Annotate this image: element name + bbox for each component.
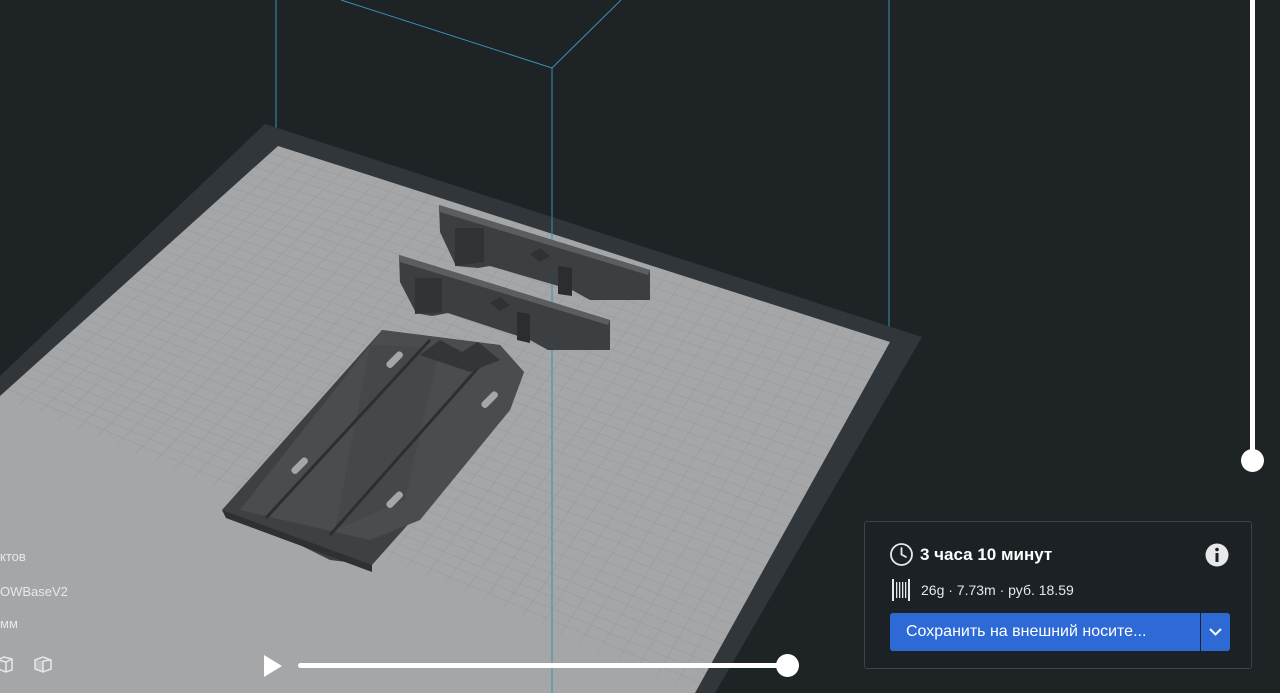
play-icon[interactable] <box>258 652 286 680</box>
build-volume-edge <box>551 0 622 69</box>
print-info-panel: 3 часа 10 минут 26g · 7.73m · руб. 18.59… <box>864 521 1252 669</box>
build-volume-edge <box>340 0 553 69</box>
simulation-progress-handle[interactable] <box>776 654 799 677</box>
layer-slider[interactable] <box>1238 0 1268 475</box>
object-count-label: ктов <box>0 549 26 564</box>
save-to-removable-drive-button[interactable]: Сохранить на внешний носите... <box>890 613 1200 651</box>
chevron-down-icon <box>1209 628 1222 636</box>
material-usage-summary: 26g · 7.73m · руб. 18.59 <box>921 582 1074 598</box>
save-options-dropdown-button[interactable] <box>1201 613 1230 651</box>
clock-icon <box>890 543 913 566</box>
simulation-progress-slider[interactable] <box>298 654 800 677</box>
filament-spool-icon <box>892 579 910 601</box>
view-cube-front-icon[interactable] <box>0 654 16 674</box>
layer-slider-handle[interactable] <box>1241 449 1264 472</box>
3d-viewport[interactable]: ктов OWBaseV2 мм 3 часа 10 минут 26g · 7… <box>0 0 1280 693</box>
layer-slider-track <box>1250 0 1255 455</box>
simulation-progress-track <box>298 663 788 668</box>
print-time-label: 3 часа 10 минут <box>920 545 1053 564</box>
info-icon[interactable] <box>1205 543 1229 567</box>
view-cube-side-icon[interactable] <box>33 654 53 674</box>
model-name-label[interactable]: OWBaseV2 <box>0 584 68 599</box>
model-size-label: мм <box>0 616 18 631</box>
